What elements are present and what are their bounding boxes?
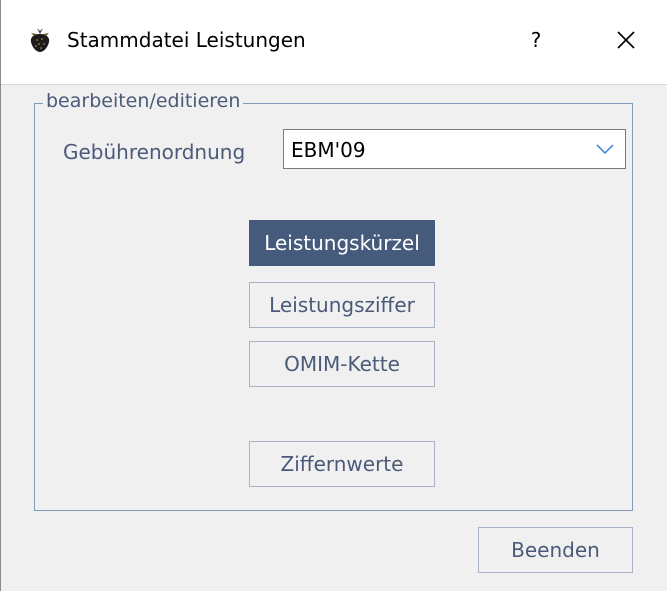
window-title: Stammdatei Leistungen xyxy=(67,28,306,52)
help-button[interactable]: ? xyxy=(511,18,561,62)
close-button[interactable] xyxy=(601,18,651,62)
beenden-button[interactable]: Beenden xyxy=(478,527,633,573)
gebuehrenordnung-label: Gebührenordnung xyxy=(63,140,246,164)
close-icon xyxy=(617,31,635,49)
ziffernwerte-button[interactable]: Ziffernwerte xyxy=(249,441,435,487)
leistungsziffer-button[interactable]: Leistungsziffer xyxy=(249,282,435,328)
chevron-down-icon xyxy=(596,144,614,155)
gebuehrenordnung-dropdown[interactable]: EBM'09 xyxy=(283,129,626,169)
dialog-window: Stammdatei Leistungen ? bearbeiten/editi… xyxy=(0,0,667,591)
title-bar: Stammdatei Leistungen ? xyxy=(1,0,667,85)
strawberry-icon xyxy=(30,28,50,52)
leistungskuerzel-button[interactable]: Leistungskürzel xyxy=(249,220,435,266)
groupbox-legend: bearbeiten/editieren xyxy=(43,90,244,112)
dropdown-value: EBM'09 xyxy=(291,138,366,162)
omim-kette-button[interactable]: OMIM-Kette xyxy=(249,341,435,387)
